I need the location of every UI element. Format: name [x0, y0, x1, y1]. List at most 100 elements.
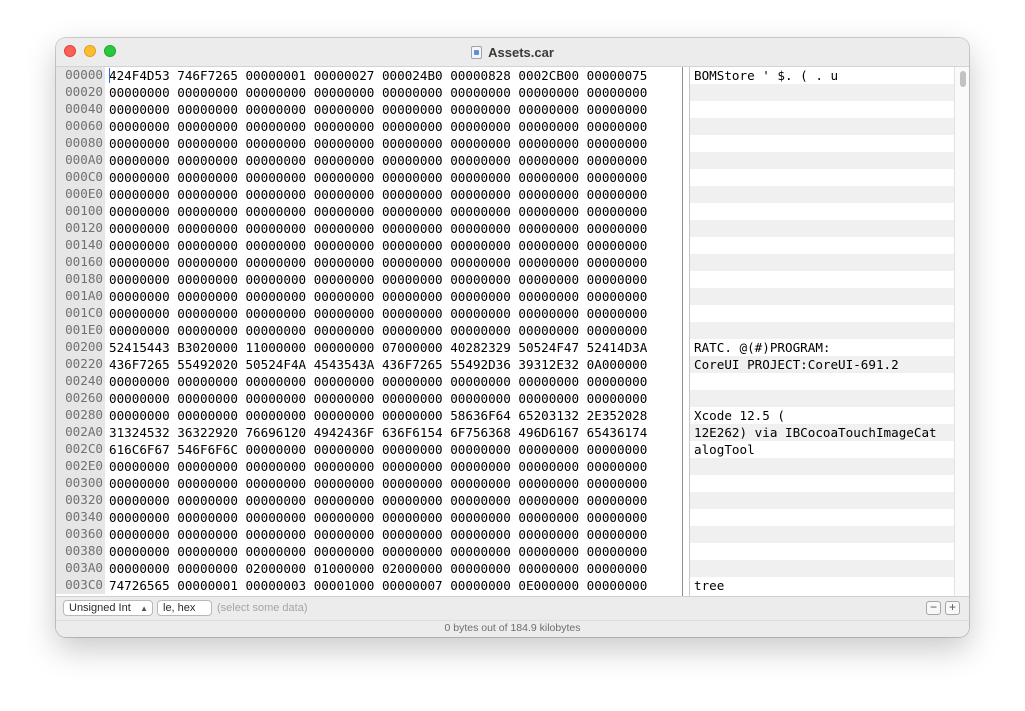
ascii-row[interactable]	[690, 135, 954, 152]
row-offset: 00340	[56, 509, 105, 526]
ascii-row[interactable]	[690, 237, 954, 254]
hex-row[interactable]: 00000000 00000000 00000000 00000000 0000…	[108, 169, 681, 186]
hex-row[interactable]: 74726565 00000001 00000003 00001000 0000…	[108, 577, 681, 594]
hex-row[interactable]: 00000000 00000000 00000000 00000000 0000…	[108, 390, 681, 407]
ascii-row[interactable]	[690, 203, 954, 220]
hex-row[interactable]: 616C6F67 546F6F6C 00000000 00000000 0000…	[108, 441, 681, 458]
endian-popup[interactable]: le, hex	[157, 600, 212, 616]
type-popup[interactable]: Unsigned Int ▲︎	[63, 600, 153, 616]
ascii-row[interactable]	[690, 526, 954, 543]
ascii-row[interactable]	[690, 373, 954, 390]
hex-row[interactable]: 00000000 00000000 00000000 00000000 0000…	[108, 101, 681, 118]
hex-row[interactable]: 424F4D53 746F7265 00000001 00000027 0000…	[108, 67, 681, 84]
ascii-row[interactable]	[690, 186, 954, 203]
scrollbar-thumb[interactable]	[960, 71, 966, 87]
hex-row[interactable]: 00000000 00000000 00000000 00000000 0000…	[108, 475, 681, 492]
hex-row[interactable]: 00000000 00000000 00000000 00000000 0000…	[108, 220, 681, 237]
ascii-row[interactable]	[690, 152, 954, 169]
ascii-row[interactable]	[690, 305, 954, 322]
hex-row[interactable]: 00000000 00000000 00000000 00000000 0000…	[108, 407, 681, 424]
popup-chevron-icon: ▲︎	[140, 604, 148, 613]
hex-row[interactable]: 00000000 00000000 02000000 01000000 0200…	[108, 560, 681, 577]
hex-row[interactable]: 00000000 00000000 00000000 00000000 0000…	[108, 254, 681, 271]
hex-row[interactable]: 00000000 00000000 00000000 00000000 0000…	[108, 271, 681, 288]
ascii-row[interactable]	[690, 271, 954, 288]
row-offset: 00320	[56, 492, 105, 509]
row-offset: 002A0	[56, 424, 105, 441]
hex-row[interactable]: 00000000 00000000 00000000 00000000 0000…	[108, 135, 681, 152]
row-offset: 00220	[56, 356, 105, 373]
hex-row[interactable]: 00000000 00000000 00000000 00000000 0000…	[108, 237, 681, 254]
ascii-row[interactable]	[690, 84, 954, 101]
hex-row[interactable]: 00000000 00000000 00000000 00000000 0000…	[108, 186, 681, 203]
hex-row[interactable]: 436F7265 55492020 50524F4A 4543543A 436F…	[108, 356, 681, 373]
row-offset: 001E0	[56, 322, 105, 339]
hex-row[interactable]: 00000000 00000000 00000000 00000000 0000…	[108, 492, 681, 509]
hex-row[interactable]: 00000000 00000000 00000000 00000000 0000…	[108, 84, 681, 101]
row-offset: 001C0	[56, 305, 105, 322]
row-offset: 00060	[56, 118, 105, 135]
ascii-row[interactable]	[690, 322, 954, 339]
hex-row[interactable]: 00000000 00000000 00000000 00000000 0000…	[108, 288, 681, 305]
hex-row[interactable]: 00000000 00000000 00000000 00000000 0000…	[108, 118, 681, 135]
hex-editor-view[interactable]: 00000 424F4D53 746F7265 00000001 00000027…	[56, 67, 969, 596]
vertical-scrollbar[interactable]	[954, 67, 969, 596]
ascii-row[interactable]: CoreUI PROJECT:CoreUI-691.2	[690, 356, 954, 373]
hex-row[interactable]: 00000000 00000000 00000000 00000000 0000…	[108, 509, 681, 526]
row-offset: 00020	[56, 84, 105, 101]
row-offset: 000C0	[56, 169, 105, 186]
minimize-button[interactable]	[84, 45, 96, 57]
ascii-row[interactable]	[690, 118, 954, 135]
hex-row[interactable]: 52415443 B3020000 11000000 00000000 0700…	[108, 339, 681, 356]
ascii-row[interactable]	[690, 492, 954, 509]
ascii-row[interactable]	[690, 288, 954, 305]
hex-row[interactable]: 00000000 00000000 00000000 00000000 0000…	[108, 458, 681, 475]
row-offset: 00000	[56, 67, 105, 84]
title-bar: Assets.car	[56, 38, 969, 67]
add-inspector-button[interactable]: +	[945, 601, 960, 615]
row-offset: 00080	[56, 135, 105, 152]
row-offset: 00180	[56, 271, 105, 288]
ascii-row[interactable]: 12E262) via IBCocoaTouchImageCat	[690, 424, 954, 441]
row-offset: 000A0	[56, 152, 105, 169]
hex-row[interactable]: 00000000 00000000 00000000 00000000 0000…	[108, 322, 681, 339]
hex-row[interactable]: 00000000 00000000 00000000 00000000 0000…	[108, 373, 681, 390]
ascii-row[interactable]	[690, 254, 954, 271]
ascii-row[interactable]: Xcode 12.5 (	[690, 407, 954, 424]
ascii-row[interactable]	[690, 475, 954, 492]
window-title: Assets.car	[56, 38, 969, 66]
ascii-row[interactable]	[690, 101, 954, 118]
row-offset: 00360	[56, 526, 105, 543]
hex-row[interactable]: 00000000 00000000 00000000 00000000 0000…	[108, 152, 681, 169]
hex-row[interactable]: 00000000 00000000 00000000 00000000 0000…	[108, 543, 681, 560]
ascii-row[interactable]	[690, 458, 954, 475]
ascii-row[interactable]	[690, 560, 954, 577]
row-offset: 00380	[56, 543, 105, 560]
ascii-row[interactable]	[690, 220, 954, 237]
row-offset: 00040	[56, 101, 105, 118]
row-offset: 00300	[56, 475, 105, 492]
row-offset: 003A0	[56, 560, 105, 577]
data-inspector-bar: Unsigned Int ▲︎ le, hex (select some dat…	[56, 596, 969, 621]
hex-row[interactable]: 00000000 00000000 00000000 00000000 0000…	[108, 203, 681, 220]
hex-row[interactable]: 31324532 36322920 76696120 4942436F 636F…	[108, 424, 681, 441]
ascii-row[interactable]	[690, 543, 954, 560]
column-divider	[682, 67, 690, 596]
ascii-row[interactable]	[690, 169, 954, 186]
inspector-value-placeholder: (select some data)	[217, 602, 308, 614]
remove-inspector-button[interactable]: −	[926, 601, 941, 615]
row-offset: 000E0	[56, 186, 105, 203]
ascii-row[interactable]: BOMStore ' $. ( . u	[690, 67, 954, 84]
hex-row[interactable]: 00000000 00000000 00000000 00000000 0000…	[108, 526, 681, 543]
text-cursor	[109, 68, 110, 83]
ascii-row[interactable]: alogTool	[690, 441, 954, 458]
ascii-row[interactable]	[690, 509, 954, 526]
hex-row[interactable]: 00000000 00000000 00000000 00000000 0000…	[108, 305, 681, 322]
ascii-row[interactable]: RATC. @(#)PROGRAM:	[690, 339, 954, 356]
zoom-button[interactable]	[104, 45, 116, 57]
close-button[interactable]	[64, 45, 76, 57]
minus-icon: −	[929, 600, 937, 614]
row-offset: 002C0	[56, 441, 105, 458]
ascii-row[interactable]: tree	[690, 577, 954, 594]
ascii-row[interactable]	[690, 390, 954, 407]
